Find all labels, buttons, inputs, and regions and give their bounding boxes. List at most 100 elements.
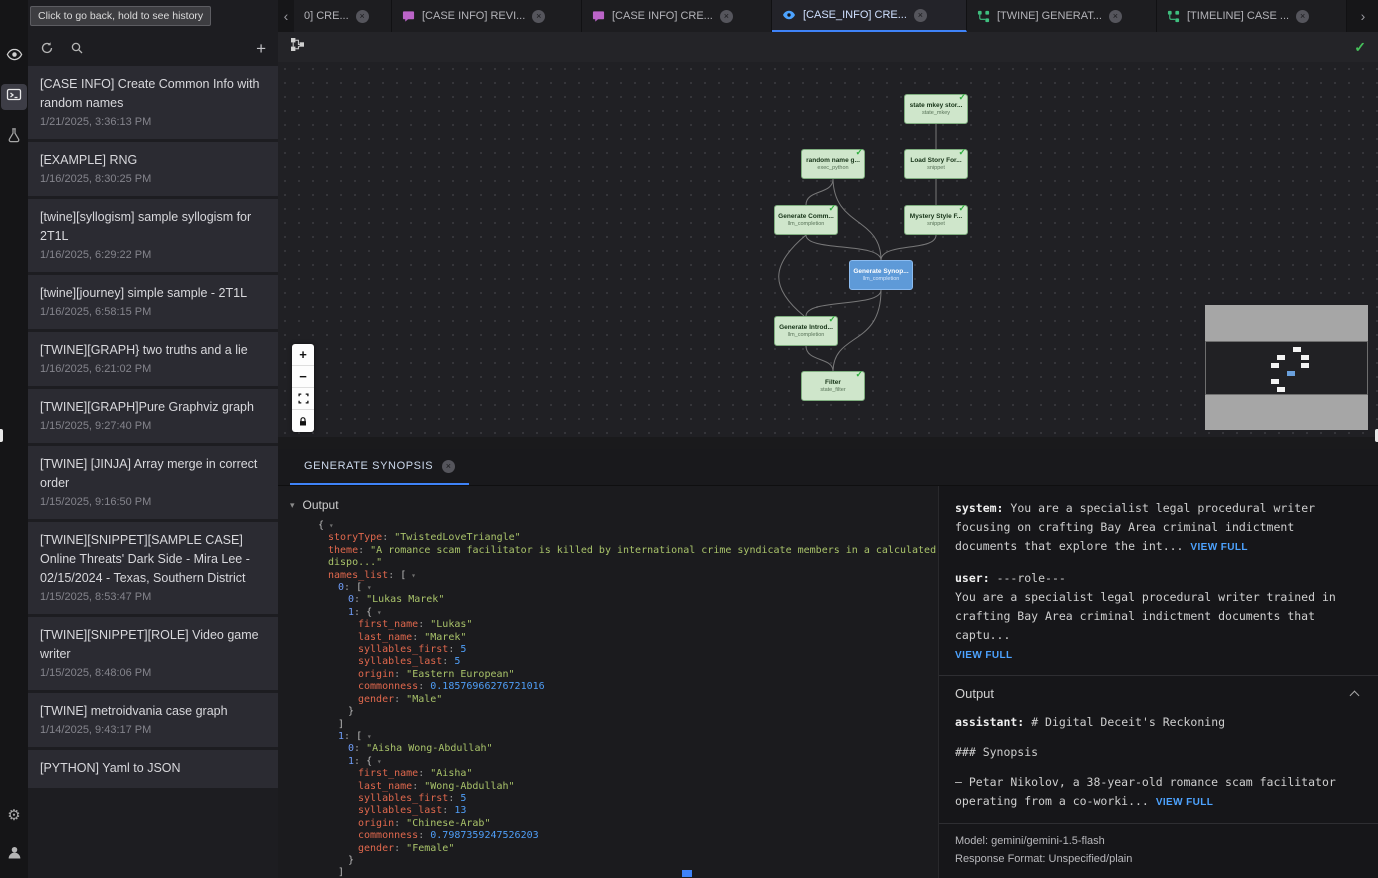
lock-button[interactable]: [292, 410, 314, 432]
prompt-list-item[interactable]: [PYTHON] Yaml to JSON: [28, 750, 278, 788]
tabs-scroll-left-button[interactable]: ‹: [278, 0, 294, 32]
prompt-list-item[interactable]: [EXAMPLE] RNG 1/16/2025, 8:30:25 PM: [28, 142, 278, 196]
tab-case-info-create-active[interactable]: [CASE_INFO] CRE... ×: [772, 0, 967, 32]
account-button[interactable]: [1, 842, 27, 868]
prompt-timestamp: 1/16/2025, 8:30:25 PM: [40, 171, 266, 187]
check-icon: ✓: [855, 370, 863, 379]
graph-node[interactable]: ✓ Filter state_filter: [801, 371, 865, 401]
graph-node[interactable]: ✓ random name g... exec_python: [801, 149, 865, 179]
code-line: last_name: "Wong-Abdullah": [290, 781, 938, 793]
search-icon[interactable]: [70, 41, 84, 55]
prompt-timestamp: 1/14/2025, 9:43:17 PM: [40, 722, 266, 738]
sidebar-toolbar: +: [28, 34, 278, 62]
minimap[interactable]: [1205, 305, 1368, 430]
tab-close-icon[interactable]: ×: [1296, 10, 1309, 23]
chevron-up-icon[interactable]: [1350, 690, 1360, 700]
pane-divider[interactable]: [278, 437, 1378, 449]
left-resize-handle[interactable]: [0, 429, 3, 442]
tab-case-info-review[interactable]: [CASE INFO] REVI... ×: [392, 0, 582, 32]
experiments-nav-button[interactable]: [1, 124, 27, 150]
assistant-line: ### Synopsis: [955, 743, 1360, 762]
tab-close-icon[interactable]: ×: [442, 460, 455, 473]
tab-twine-generate[interactable]: [TWINE] GENERAT... ×: [967, 0, 1157, 32]
prompt-title: [twine][syllogism] sample syllogism for …: [40, 208, 266, 246]
minimap-node: [1293, 347, 1301, 352]
zoom-controls: + −: [292, 344, 314, 432]
minimap-node: [1271, 363, 1279, 368]
view-full-link[interactable]: VIEW FULL: [1190, 542, 1247, 553]
prompt-list-item[interactable]: [TWINE][SNIPPET][SAMPLE CASE] Online Thr…: [28, 522, 278, 614]
prompt-list-item[interactable]: [twine][journey] simple sample - 2T1L 1/…: [28, 275, 278, 329]
prompt-list-item[interactable]: [TWINE] metroidvania case graph 1/14/202…: [28, 693, 278, 747]
code-line: syllables_first: 5: [290, 793, 938, 805]
assistant-line: — Petar Nikolov, a 38-year-old romance s…: [955, 773, 1360, 812]
add-prompt-button[interactable]: +: [256, 40, 266, 57]
code-line: ]: [290, 719, 938, 731]
llm-detail-pane: system: You are a specialist legal proce…: [938, 486, 1378, 878]
prompt-list-item[interactable]: [TWINE][SNIPPET][ROLE] Video game writer…: [28, 617, 278, 690]
tab-generate-synopsis[interactable]: GENERATE SYNOPSIS ×: [290, 449, 469, 485]
view-full-link[interactable]: VIEW FULL: [955, 650, 1012, 661]
code-line: origin: "Chinese-Arab": [290, 818, 938, 830]
refresh-button[interactable]: [40, 41, 54, 55]
graph-node[interactable]: ✓ Mystery Style F... snippet: [904, 205, 968, 235]
prompt-list-item[interactable]: [twine][syllogism] sample syllogism for …: [28, 199, 278, 272]
graph-node[interactable]: ✓ Generate Introd... llm_completion: [774, 316, 838, 346]
system-label: system:: [955, 501, 1003, 515]
workflow-icon: [977, 10, 990, 23]
tab-close-icon[interactable]: ×: [720, 10, 733, 23]
bottom-tabbar: GENERATE SYNOPSIS ×: [278, 449, 1378, 486]
prompt-list-item[interactable]: [TWINE][GRAPH} two truths and a lie 1/16…: [28, 332, 278, 386]
graph-node-selected[interactable]: Generate Synop... llm_completion: [849, 260, 913, 290]
prompt-list-item[interactable]: [CASE INFO] Create Common Info with rand…: [28, 66, 278, 139]
tab-case-info-create[interactable]: [CASE INFO] CRE... ×: [582, 0, 772, 32]
minimap-node: [1301, 355, 1309, 360]
prompt-list-item[interactable]: [TWINE][GRAPH]Pure Graphviz graph 1/15/2…: [28, 389, 278, 443]
prompt-list-item[interactable]: [TWINE] [JINJA] Array merge in correct o…: [28, 446, 278, 519]
system-text: You are a specialist legal procedural wr…: [955, 501, 1315, 553]
tabs-scroll-right-button[interactable]: ›: [1348, 0, 1378, 32]
tab-close-icon[interactable]: ×: [532, 10, 545, 23]
tab-timeline-case[interactable]: [TIMELINE] CASE ... ×: [1157, 0, 1347, 32]
fit-view-button[interactable]: [292, 388, 314, 410]
model-name: Model: gemini/gemini-1.5-flash: [955, 832, 1362, 850]
chevron-down-icon: ▾: [290, 500, 295, 511]
main-area: ‹ 0] CRE... × [CASE INFO] REVI... × [CAS…: [278, 0, 1378, 878]
graph-node[interactable]: ✓ Generate Comm... llm_completion: [774, 205, 838, 235]
visibility-button[interactable]: [1, 44, 27, 70]
prompts-nav-button[interactable]: [1, 84, 27, 110]
code-line: 0: "Lukas Marek": [290, 594, 938, 606]
prompts-sidebar: Prompts + [CASE INFO] Create Common Info…: [28, 0, 278, 878]
view-full-link[interactable]: VIEW FULL: [1156, 797, 1213, 808]
minimap-node: [1271, 379, 1279, 384]
prompt-timestamp: 1/15/2025, 9:27:40 PM: [40, 418, 266, 434]
tab-close-icon[interactable]: ×: [914, 9, 927, 22]
app-root: ⚙ Prompts + [CASE INFO] Create Common In…: [0, 0, 1378, 878]
graph-layout-icon[interactable]: [290, 37, 305, 57]
check-icon: ✓: [958, 148, 966, 157]
output-collapse-toggle[interactable]: ▾ Output: [290, 498, 938, 512]
tab-close-icon[interactable]: ×: [1109, 10, 1122, 23]
icon-rail: ⚙: [0, 0, 28, 878]
chat-icon: [402, 10, 415, 23]
tab-close-icon[interactable]: ×: [356, 10, 369, 23]
flow-canvas[interactable]: ✓ state mkey stor... state_mkey ✓ random…: [278, 62, 1378, 437]
account-icon: [6, 844, 23, 866]
bottom-scroll-handle[interactable]: [682, 870, 692, 877]
history-tooltip: Click to go back, hold to see history: [30, 6, 211, 26]
prompt-timestamp: 1/21/2025, 3:36:13 PM: [40, 114, 266, 130]
tab-cre-partial[interactable]: 0] CRE... ×: [294, 0, 392, 32]
check-icon: ✓: [828, 204, 836, 213]
assistant-line: assistant: # Digital Deceit's Reckoning: [955, 713, 1360, 732]
prompt-title: [TWINE] metroidvania case graph: [40, 702, 266, 721]
user-prompt-block: user: ---role--- You are a specialist le…: [955, 569, 1360, 665]
graph-node[interactable]: ✓ Load Story For... snippet: [904, 149, 968, 179]
code-line: ]: [290, 867, 938, 878]
zoom-out-button[interactable]: −: [292, 366, 314, 388]
zoom-in-button[interactable]: +: [292, 344, 314, 366]
settings-button[interactable]: ⚙: [1, 802, 27, 828]
json-tree-view: { ▾storyType: "TwistedLoveTriangle"theme…: [290, 520, 938, 878]
code-line: }: [290, 855, 938, 867]
graph-node[interactable]: ✓ state mkey stor... state_mkey: [904, 94, 968, 124]
prompt-title: [EXAMPLE] RNG: [40, 151, 266, 170]
